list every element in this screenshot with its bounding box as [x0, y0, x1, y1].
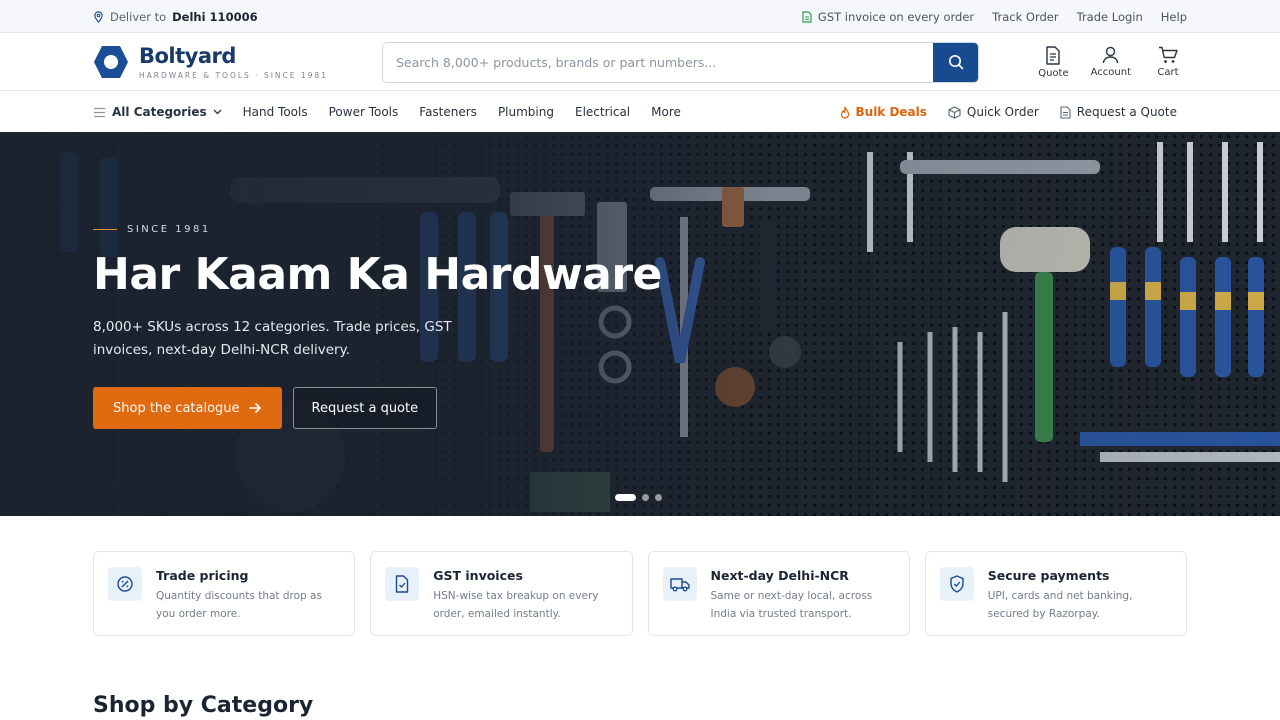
feature-card: Next-day Delhi-NCR Same or next-day loca…: [647, 551, 910, 636]
eyebrow-text: SINCE 1981: [127, 224, 211, 235]
account-label: Account: [1090, 66, 1131, 78]
feature-desc: Quantity discounts that drop as you orde…: [156, 590, 322, 620]
request-quote-link[interactable]: Request a Quote: [1060, 105, 1177, 119]
cart-icon: [1159, 46, 1178, 63]
chevron-down-icon: [213, 109, 222, 115]
search-button[interactable]: [933, 42, 978, 82]
deliver-prefix: Deliver to: [110, 9, 167, 24]
truck-icon: [662, 567, 697, 601]
bulk-deals-link[interactable]: Bulk Deals: [840, 105, 927, 119]
track-order-link[interactable]: Track Order: [992, 10, 1058, 24]
shop-catalogue-label: Shop the catalogue: [113, 400, 240, 416]
eyebrow-rule: [93, 229, 117, 230]
nav-hand-tools[interactable]: Hand Tools: [243, 105, 308, 119]
arrow-right-icon: [248, 403, 261, 413]
trade-login-link[interactable]: Trade Login: [1077, 10, 1143, 24]
hex-nut-logo-icon: [94, 46, 128, 78]
deliver-location[interactable]: Delhi 110006: [172, 10, 257, 24]
invoice-icon: [802, 10, 812, 23]
search-bar: [382, 41, 979, 83]
nav-plumbing[interactable]: Plumbing: [498, 105, 554, 119]
shield-icon: [939, 567, 974, 601]
brand-tagline: HARDWARE & TOOLS · SINCE 1981: [139, 70, 328, 80]
feature-card: Trade pricing Quantity discounts that dr…: [93, 551, 356, 636]
feature-desc: Same or next-day local, across India via…: [710, 590, 873, 620]
nav-electrical[interactable]: Electrical: [575, 105, 630, 119]
help-link[interactable]: Help: [1161, 10, 1187, 24]
carousel-dot-1[interactable]: [615, 494, 636, 501]
request-quote-cta-label: Request a quote: [311, 400, 419, 416]
hero-title: Har Kaam Ka Hardware: [93, 249, 662, 300]
nav-power-tools[interactable]: Power Tools: [329, 105, 399, 119]
feature-desc: HSN-wise tax breakup on every order, ema…: [433, 590, 599, 620]
shop-by-category-heading: Shop by Category: [93, 693, 314, 718]
discount-icon: [108, 567, 142, 601]
quote-button[interactable]: Quote: [1038, 45, 1069, 79]
hero-banner: SINCE 1981 Har Kaam Ka Hardware 8,000+ S…: [0, 132, 1280, 516]
all-categories-label: All Categories: [112, 105, 207, 119]
user-icon: [1103, 46, 1119, 63]
bulk-deals-label: Bulk Deals: [855, 105, 927, 119]
carousel-dot-3[interactable]: [655, 494, 662, 501]
request-quote-button[interactable]: Request a quote: [292, 387, 438, 429]
feature-card: Secure payments UPI, cards and net banki…: [924, 551, 1187, 636]
brand-name: Boltyard: [139, 43, 236, 68]
shop-catalogue-button[interactable]: Shop the catalogue: [93, 387, 282, 429]
gst-invoice-link[interactable]: GST invoice on every order: [802, 10, 974, 24]
request-quote-label: Request a Quote: [1076, 105, 1177, 119]
carousel-dots: [615, 494, 662, 501]
nav-more[interactable]: More: [651, 105, 681, 119]
quick-order-label: Quick Order: [966, 105, 1039, 119]
quote-label: Quote: [1038, 67, 1069, 79]
carousel-dot-2[interactable]: [642, 494, 649, 501]
main-nav: All Categories Hand Tools Power Tools Fa…: [0, 92, 1280, 132]
search-input[interactable]: [383, 42, 933, 82]
menu-icon: [94, 107, 105, 117]
gst-invoice-label: GST invoice on every order: [817, 9, 975, 24]
document-icon: [1046, 45, 1061, 65]
feature-title: GST invoices: [433, 568, 523, 583]
flame-icon: [840, 105, 849, 119]
nav-fasteners[interactable]: Fasteners: [419, 105, 477, 119]
logo[interactable]: Boltyard HARDWARE & TOOLS · SINCE 1981: [93, 44, 382, 80]
feature-title: Trade pricing: [156, 568, 249, 583]
all-categories-menu[interactable]: All Categories: [93, 105, 222, 119]
hero-eyebrow: SINCE 1981: [93, 224, 211, 235]
feature-desc: UPI, cards and net banking, secured by R…: [987, 590, 1133, 620]
search-icon: [948, 54, 963, 70]
cart-label: Cart: [1157, 66, 1179, 78]
utility-bar: Deliver to Delhi 110006 GST invoice on e…: [0, 0, 1280, 33]
feature-title: Next-day Delhi-NCR: [710, 568, 849, 583]
box-icon: [948, 105, 961, 119]
site-header: Boltyard HARDWARE & TOOLS · SINCE 1981 Q…: [0, 33, 1280, 91]
document-icon: [1060, 105, 1071, 119]
invoice-icon: [385, 567, 420, 601]
location-pin-icon: [94, 10, 103, 23]
feature-card: GST invoices HSN-wise tax breakup on eve…: [370, 551, 633, 636]
cart-button[interactable]: Cart: [1153, 46, 1183, 79]
feature-title: Secure payments: [987, 568, 1110, 583]
account-button[interactable]: Account: [1091, 46, 1131, 79]
quick-order-link[interactable]: Quick Order: [948, 105, 1039, 119]
features-row: Trade pricing Quantity discounts that dr…: [93, 551, 1187, 636]
deliver-to[interactable]: Deliver to Delhi 110006: [93, 10, 258, 24]
hero-subtitle: 8,000+ SKUs across 12 categories. Trade …: [93, 319, 452, 358]
